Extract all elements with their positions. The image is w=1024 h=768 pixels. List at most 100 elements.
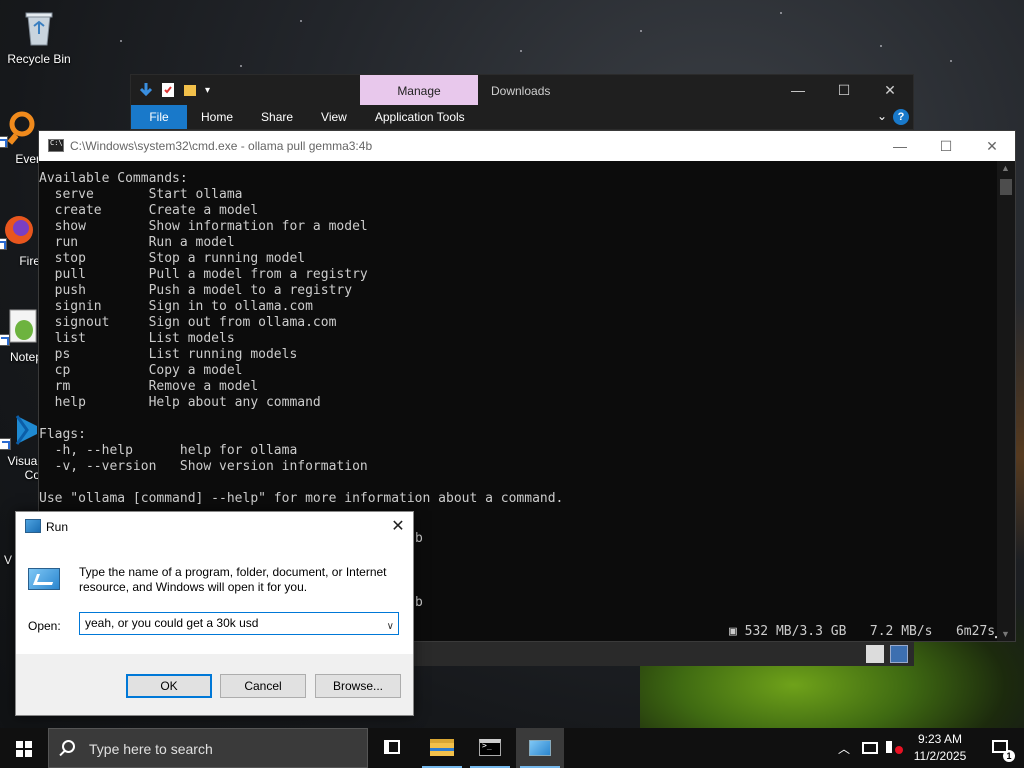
run-dialog-body: Type the name of a program, folder, docu… (16, 542, 413, 656)
run-icon (529, 740, 551, 756)
console-line: -v, --version Show version information (39, 459, 368, 474)
cmd-app-icon (48, 139, 64, 152)
console-line: push Push a model to a registry (39, 283, 353, 298)
console-line: serve Start ollama (39, 187, 243, 202)
console-line: signout Sign out from ollama.com (39, 315, 337, 330)
details-view-icon[interactable] (866, 645, 884, 663)
shortcut-arrow-icon (0, 136, 8, 148)
start-button[interactable] (0, 728, 48, 768)
help-icon[interactable]: ? (893, 109, 909, 125)
new-folder-icon[interactable] (183, 82, 197, 98)
console-line: pull Pull a model from a registry (39, 267, 368, 282)
taskbar-search[interactable]: Type here to search (48, 728, 368, 768)
show-hidden-icons-chevron-icon[interactable]: ︿ (838, 740, 850, 757)
open-input-value[interactable]: yeah, or you could get a 30k usd (85, 616, 258, 630)
tab-manage[interactable]: Manage (360, 75, 478, 105)
cancel-button[interactable]: Cancel (220, 674, 306, 698)
run-titlebar[interactable]: Run ✕ (16, 512, 413, 542)
clock-time: 9:23 AM (917, 732, 963, 746)
search-placeholder: Type here to search (89, 741, 213, 757)
desktop-icon-recycle-bin[interactable]: Recycle Bin (0, 8, 78, 66)
task-view-button[interactable] (368, 728, 416, 768)
console-line: list List models (39, 331, 235, 346)
taskbar-run[interactable] (516, 728, 564, 768)
desktop-icon-label: Visual (7, 454, 40, 468)
properties-icon[interactable] (161, 82, 175, 98)
tab-home[interactable]: Home (187, 105, 247, 129)
taskbar-file-explorer[interactable] (418, 728, 466, 768)
open-label: Open: (28, 619, 61, 633)
desktop-icon-label: Fire (19, 254, 40, 268)
tab-share[interactable]: Share (247, 105, 307, 129)
maximize-icon[interactable]: ☐ (923, 131, 969, 161)
large-icons-view-icon[interactable] (890, 645, 908, 663)
action-center-button[interactable]: 1 (980, 728, 1020, 768)
quick-access-toolbar: ▾ (139, 82, 210, 98)
task-view-icon (384, 740, 400, 754)
open-combobox[interactable]: yeah, or you could get a 30k usd ∨ (79, 612, 399, 635)
window-title: Downloads (491, 84, 551, 98)
scroll-up-icon[interactable]: ▲ (1001, 163, 1010, 173)
ok-button[interactable]: OK (126, 674, 212, 698)
close-icon[interactable]: ✕ (383, 512, 413, 542)
download-arrow-icon[interactable] (139, 82, 153, 98)
scroll-down-icon[interactable]: ▼ (1001, 629, 1010, 639)
console-line: rm Remove a model (39, 379, 259, 394)
taskbar: Type here to search ︿ 9:23 AM 11/2/2025 … (0, 728, 1024, 768)
desktop-icon-label: Recycle Bin (7, 52, 71, 66)
explorer-titlebar[interactable]: ▾ Manage Downloads — ☐ ✕ (131, 75, 913, 105)
desktop-icon-label: Co (24, 468, 40, 482)
desktop-icon-visual-studio-code[interactable]: Visual Co (0, 410, 40, 482)
console-line: Available Commands: (39, 171, 188, 186)
minimize-icon[interactable]: — (775, 75, 821, 105)
vertical-scrollbar[interactable]: ▲ ▼ (997, 161, 1015, 641)
run-dialog[interactable]: Run ✕ Type the name of a program, folder… (15, 511, 414, 716)
run-description: Type the name of a program, folder, docu… (79, 565, 387, 594)
scrollbar-thumb[interactable] (1000, 179, 1012, 195)
ribbon-tabs: File Home Share View Application Tools ⌄… (131, 105, 913, 129)
tab-application-tools[interactable]: Application Tools (361, 105, 479, 129)
console-line: ps List running models (39, 347, 298, 362)
console-line: cp Copy a model (39, 363, 243, 378)
volume-muted-icon[interactable] (886, 741, 903, 754)
tab-view[interactable]: View (307, 105, 361, 129)
cmd-titlebar[interactable]: C:\Windows\system32\cmd.exe - ollama pul… (39, 131, 1015, 161)
chevron-down-icon[interactable]: ∨ (387, 616, 394, 637)
console-line: help Help about any command (39, 395, 321, 410)
folder-icon (430, 739, 454, 756)
console-line: signin Sign in to ollama.com (39, 299, 313, 314)
console-line: run Run a model (39, 235, 235, 250)
minimize-icon[interactable]: — (877, 131, 923, 161)
customize-qat-icon[interactable]: ▾ (205, 85, 210, 96)
windows-logo-icon (16, 741, 32, 757)
progress-glyph-icon: ▣ (729, 624, 745, 639)
console-line: Use "ollama [command] --help" for more i… (39, 491, 564, 506)
close-icon[interactable]: ✕ (969, 131, 1015, 161)
window-controls: — ☐ ✕ (775, 75, 913, 105)
console-output-fragment: b (415, 595, 423, 610)
close-icon[interactable]: ✕ (867, 75, 913, 105)
taskbar-command-prompt[interactable] (466, 728, 514, 768)
console-line: create Create a model (39, 203, 259, 218)
explorer-status-bar (412, 642, 914, 666)
clock[interactable]: 9:23 AM 11/2/2025 (910, 731, 970, 765)
console-line: stop Stop a running model (39, 251, 306, 266)
browse-button[interactable]: Browse... (315, 674, 401, 698)
desktop-icon-label: Notep (9, 350, 42, 364)
terminal-icon (479, 739, 501, 756)
desktop-icon-firefox[interactable]: Fire (0, 210, 40, 268)
tab-file[interactable]: File (131, 105, 187, 129)
file-explorer-window[interactable]: ▾ Manage Downloads — ☐ ✕ File Home Share… (130, 74, 914, 130)
console-output-fragment: b (415, 531, 423, 546)
dialog-title: Run (46, 520, 69, 534)
network-icon[interactable] (862, 742, 878, 754)
firefox-icon (0, 210, 35, 250)
expand-ribbon-icon[interactable]: ⌄ (877, 109, 887, 123)
maximize-icon[interactable]: ☐ (821, 75, 867, 105)
recycle-bin-icon (19, 8, 59, 48)
run-dialog-footer: OK Cancel Browse... (16, 654, 413, 715)
desktop-icon-notepad[interactable]: Notep (0, 306, 42, 364)
download-progress-text: ▣ 532 MB/3.3 GB 7.2 MB/s 6m27s▁ (729, 624, 1003, 639)
